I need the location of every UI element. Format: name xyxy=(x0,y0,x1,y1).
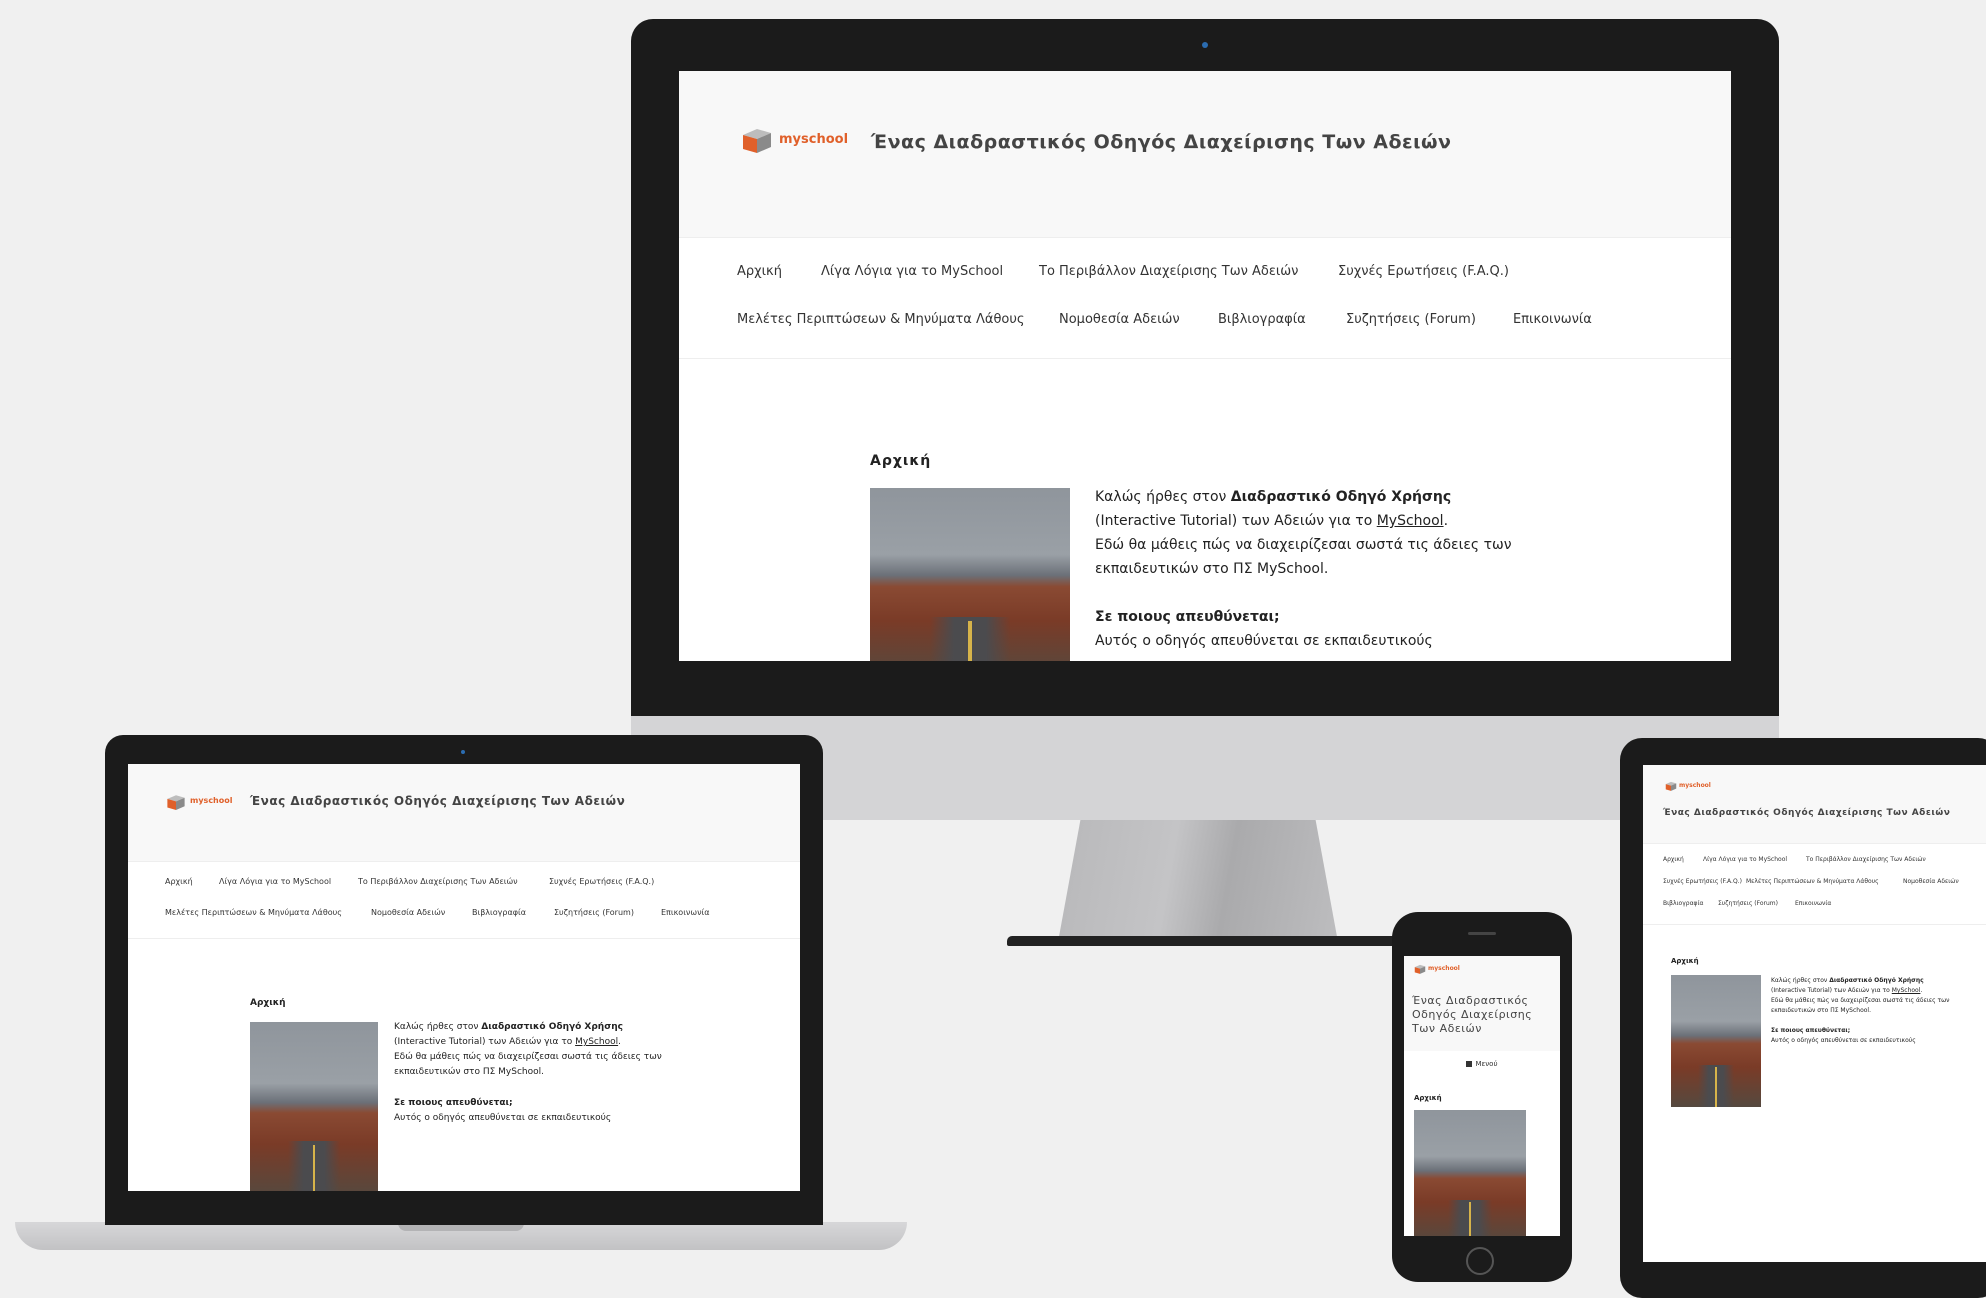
nav-item-home[interactable]: Αρχική xyxy=(1663,856,1684,863)
laptop-camera xyxy=(461,750,465,754)
nav-item-about[interactable]: Λίγα Λόγια για το MySchool xyxy=(821,264,1003,279)
page-title: Αρχική xyxy=(1671,957,1699,965)
nav-item-contact[interactable]: Επικοινωνία xyxy=(1795,900,1831,907)
mobile-menu-toggle[interactable]: Μενού xyxy=(1404,1060,1560,1068)
nav-item-forum[interactable]: Συζητήσεις (Forum) xyxy=(1718,900,1778,907)
nav-item-case-studies[interactable]: Μελέτες Περιπτώσεων & Μηνύματα Λάθους xyxy=(165,908,342,917)
intro-line-4: εκπαιδευτικών στο ΠΣ MySchool. xyxy=(394,1067,544,1077)
logo-text[interactable]: myschool xyxy=(190,796,232,805)
intro-line-4: εκπαιδευτικών στο ΠΣ MySchool. xyxy=(1771,1007,1871,1014)
hero-image xyxy=(1414,1110,1526,1236)
page-title: Αρχική xyxy=(870,453,932,469)
tablet-screen: myschool Ένας Διαδραστικός Οδηγός Διαχεί… xyxy=(1643,765,1986,1262)
audience-heading: Σε ποιους απευθύνεται; xyxy=(1095,609,1280,625)
hero-image xyxy=(870,488,1070,661)
nav-item-home[interactable]: Αρχική xyxy=(165,877,193,886)
nav-item-bibliography[interactable]: Βιβλιογραφία xyxy=(1663,900,1704,907)
nav-item-faq[interactable]: Συχνές Ερωτήσεις (F.A.Q.) xyxy=(549,877,654,886)
menu-icon xyxy=(1466,1061,1473,1067)
nav-item-faq[interactable]: Συχνές Ερωτήσεις (F.A.Q.) xyxy=(1338,264,1509,279)
logo-text[interactable]: myschool xyxy=(1428,965,1460,972)
phone-speaker xyxy=(1468,932,1496,935)
main-navigation: Αρχική Λίγα Λόγια για το MySchool Το Περ… xyxy=(679,237,1731,359)
site-title[interactable]: Ένας Διαδραστικός Οδηγός Διαχείρισης Των… xyxy=(1412,994,1552,1036)
nav-item-case-studies[interactable]: Μελέτες Περιπτώσεων & Μηνύματα Λάθους xyxy=(1746,878,1879,885)
nav-item-about[interactable]: Λίγα Λόγια για το MySchool xyxy=(1703,856,1787,863)
audience-text: Αυτός ο οδηγός απευθύνεται σε εκπαιδευτι… xyxy=(394,1113,612,1123)
nav-item-case-studies[interactable]: Μελέτες Περιπτώσεων & Μηνύματα Λάθους xyxy=(737,312,1025,327)
nav-item-legislation[interactable]: Νομοθεσία Αδειών xyxy=(1903,878,1959,885)
logo-text[interactable]: myschool xyxy=(779,132,848,147)
nav-item-faq[interactable]: Συχνές Ερωτήσεις (F.A.Q.) xyxy=(1663,878,1742,885)
nav-item-contact[interactable]: Επικοινωνία xyxy=(661,908,710,917)
nav-item-forum[interactable]: Συζητήσεις (Forum) xyxy=(554,908,634,917)
myschool-logo-icon xyxy=(167,795,185,810)
nav-item-legislation[interactable]: Νομοθεσία Αδειών xyxy=(371,908,445,917)
imac-camera xyxy=(1202,42,1208,48)
imac-stand-base xyxy=(1007,936,1399,946)
audience-text: Αυτός ο οδηγός απευθύνεται σε εκπαιδευτι… xyxy=(1771,1037,1916,1044)
site-header: myschool Ένας Διαδραστικός Οδηγός Διαχεί… xyxy=(679,71,1731,237)
audience-heading: Σε ποιους απευθύνεται; xyxy=(1771,1027,1851,1034)
hero-image xyxy=(250,1022,378,1191)
nav-item-bibliography[interactable]: Βιβλιογραφία xyxy=(472,908,526,917)
nav-item-bibliography[interactable]: Βιβλιογραφία xyxy=(1218,312,1306,327)
menu-label: Μενού xyxy=(1475,1060,1498,1068)
intro-line-2: (Interactive Tutorial) των Αδειών για το… xyxy=(1771,987,1923,994)
intro-line-2: (Interactive Tutorial) των Αδειών για το… xyxy=(394,1037,621,1047)
myschool-logo-icon xyxy=(1414,964,1426,974)
nav-item-home[interactable]: Αρχική xyxy=(737,264,782,279)
site-title[interactable]: Ένας Διαδραστικός Οδηγός Διαχείρισης Των… xyxy=(250,794,625,808)
myschool-logo-icon xyxy=(1665,781,1677,791)
site-title[interactable]: Ένας Διαδραστικός Οδηγός Διαχείρισης Των… xyxy=(1663,808,1950,818)
intro-line-1: Καλώς ήρθες στον Διαδραστικό Οδηγό Χρήση… xyxy=(1771,977,1924,984)
nav-item-legislation[interactable]: Νομοθεσία Αδειών xyxy=(1059,312,1180,327)
intro-line-1: Καλώς ήρθες στον Διαδραστικό Οδηγό Χρήση… xyxy=(1095,489,1452,505)
intro-line-4: εκπαιδευτικών στο ΠΣ MySchool. xyxy=(1095,561,1329,577)
logo-text[interactable]: myschool xyxy=(1679,782,1711,789)
intro-line-3: Εδώ θα μάθεις πώς να διαχειρίζεσαι σωστά… xyxy=(1095,537,1512,553)
page-title: Αρχική xyxy=(1414,1094,1442,1102)
laptop-screen: myschool Ένας Διαδραστικός Οδηγός Διαχεί… xyxy=(128,764,800,1191)
nav-item-environment[interactable]: Το Περιβάλλον Διαχείρισης Των Αδειών xyxy=(1806,856,1926,863)
imac-stand-neck xyxy=(1058,820,1338,942)
intro-line-3: Εδώ θα μάθεις πώς να διαχειρίζεσαι σωστά… xyxy=(394,1052,662,1062)
audience-text: Αυτός ο οδηγός απευθύνεται σε εκπαιδευτι… xyxy=(1095,633,1433,649)
phone-home-button[interactable] xyxy=(1466,1247,1494,1275)
nav-item-environment[interactable]: Το Περιβάλλον Διαχείρισης Των Αδειών xyxy=(358,877,518,886)
intro-line-2: (Interactive Tutorial) των Αδειών για το… xyxy=(1095,513,1449,529)
intro-line-1: Καλώς ήρθες στον Διαδραστικό Οδηγό Χρήση… xyxy=(394,1022,623,1032)
nav-item-environment[interactable]: Το Περιβάλλον Διαχείρισης Των Αδειών xyxy=(1039,264,1298,279)
myschool-logo-icon xyxy=(743,129,771,153)
imac-screen: myschool Ένας Διαδραστικός Οδηγός Διαχεί… xyxy=(679,71,1731,661)
phone-screen: myschool Ένας Διαδραστικός Οδηγός Διαχεί… xyxy=(1404,956,1560,1236)
nav-item-contact[interactable]: Επικοινωνία xyxy=(1513,312,1592,327)
audience-heading: Σε ποιους απευθύνεται; xyxy=(394,1098,513,1108)
nav-item-about[interactable]: Λίγα Λόγια για το MySchool xyxy=(219,877,331,886)
nav-item-forum[interactable]: Συζητήσεις (Forum) xyxy=(1346,312,1476,327)
hero-image xyxy=(1671,975,1761,1107)
page-title: Αρχική xyxy=(250,998,286,1008)
myschool-link[interactable]: MySchool xyxy=(1377,513,1444,529)
site-title[interactable]: Ένας Διαδραστικός Οδηγός Διαχείρισης Των… xyxy=(871,131,1452,153)
intro-line-3: Εδώ θα μάθεις πώς να διαχειρίζεσαι σωστά… xyxy=(1771,997,1950,1004)
